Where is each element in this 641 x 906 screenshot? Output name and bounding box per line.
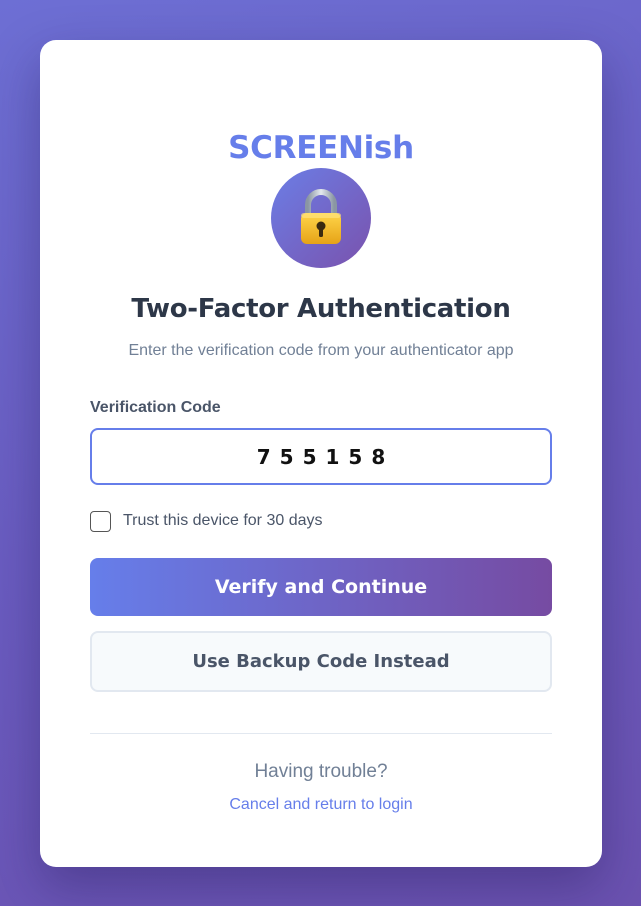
trouble-text: Having trouble? [254,761,388,782]
trust-device-checkbox[interactable] [90,510,111,532]
trust-device-label: Trust this device for 30 days [123,512,323,529]
trust-device-row[interactable]: Trust this device for 30 days [90,510,323,532]
cancel-login-link[interactable]: Cancel and return to login [40,796,602,814]
lock-icon [301,189,341,244]
lock-badge [271,168,371,268]
auth-card: SCREENish Two-Factor Authentication Ente… [40,40,602,867]
page-subtitle: Enter the verification code from your au… [128,342,514,359]
verify-button[interactable]: Verify and Continue [90,558,552,616]
verification-code-label: Verification Code [90,399,221,416]
page-title: Two-Factor Authentication [131,294,511,324]
verification-code-input[interactable] [90,428,552,485]
divider [90,733,552,734]
backup-code-button[interactable]: Use Backup Code Instead [90,631,552,692]
brand-logo: SCREENish [228,130,414,166]
